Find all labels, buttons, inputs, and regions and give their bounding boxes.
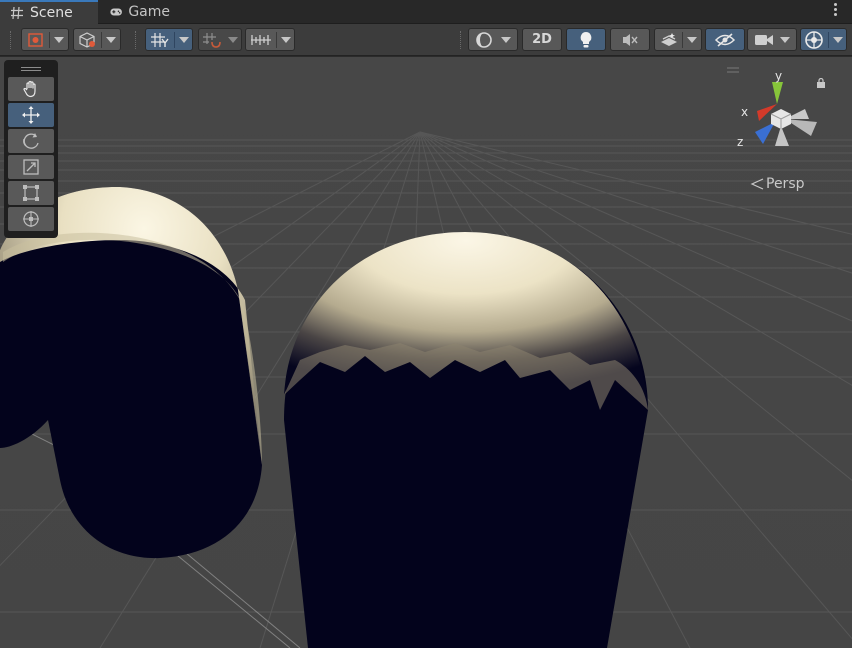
- mode-2d-button[interactable]: 2D: [522, 28, 562, 51]
- projection-toggle[interactable]: Persp: [750, 176, 805, 192]
- scene-toolbar: 2D: [0, 24, 852, 56]
- y-axis-cone[interactable]: [772, 82, 783, 104]
- gamepad-icon: [110, 8, 122, 16]
- gizmos-dropdown[interactable]: [800, 28, 847, 51]
- effects-dropdown[interactable]: [654, 28, 702, 51]
- toolbar-grip[interactable]: [460, 31, 462, 49]
- audio-mute-icon: [623, 33, 638, 46]
- scale-icon: [23, 159, 39, 175]
- lighting-toggle[interactable]: [566, 28, 606, 51]
- rect-tool[interactable]: [8, 181, 54, 205]
- orientation-gizmo[interactable]: y x z: [725, 64, 847, 194]
- chevron-down-icon: [833, 36, 843, 43]
- tab-game-label: Game: [128, 4, 170, 20]
- gizmos-icon: [805, 30, 823, 49]
- cube-icon: [78, 31, 95, 48]
- increment-snap-icon: [203, 32, 221, 48]
- lightbulb-icon: [580, 31, 592, 47]
- y-axis-label: y: [775, 69, 782, 83]
- x-axis-label: x: [741, 105, 748, 119]
- chevron-down-icon: [228, 36, 238, 43]
- effects-icon: [660, 32, 677, 46]
- transform-tool[interactable]: [8, 207, 54, 231]
- camera-icon: [755, 34, 773, 45]
- ruler-icon: [250, 34, 271, 45]
- tab-bar: Scene Game: [0, 0, 852, 24]
- chevron-down-icon: [686, 36, 697, 43]
- hash-icon: [11, 6, 23, 20]
- shading-icon: [476, 31, 492, 48]
- grid-snap-toggle[interactable]: [145, 28, 193, 51]
- chevron-down-icon: [178, 36, 189, 43]
- chevron-down-icon: [105, 36, 116, 43]
- grid-snap-icon: [150, 32, 169, 47]
- hand-tool[interactable]: [8, 77, 54, 101]
- tools-overlay-grip[interactable]: [8, 63, 54, 75]
- lock-icon[interactable]: [816, 78, 826, 88]
- z-axis-cone[interactable]: [755, 122, 775, 144]
- eye-slash-icon: [714, 32, 736, 47]
- scene-viewport[interactable]: [0, 57, 852, 648]
- tab-scene-label: Scene: [30, 5, 73, 21]
- draw-mode-dropdown[interactable]: [21, 28, 69, 51]
- tab-scene[interactable]: Scene: [0, 0, 98, 24]
- render-mode-dropdown[interactable]: [73, 28, 121, 51]
- increment-snap-dropdown[interactable]: [198, 28, 242, 51]
- toolbar-grip[interactable]: [135, 31, 137, 49]
- chevron-down-icon: [501, 36, 511, 43]
- hidden-objects-toggle[interactable]: [705, 28, 745, 51]
- audio-toggle[interactable]: [610, 28, 650, 51]
- chevron-down-icon: [280, 36, 291, 43]
- rect-transform-icon: [23, 185, 39, 201]
- scale-tool[interactable]: [8, 155, 54, 179]
- mode-2d-label: 2D: [532, 32, 552, 47]
- kebab-menu-icon[interactable]: [834, 3, 838, 19]
- tools-overlay: [4, 60, 58, 238]
- axis-gizmo-graphic: y x z: [725, 67, 817, 149]
- toolbar-grip[interactable]: [10, 31, 12, 49]
- move-arrows-icon: [22, 106, 40, 124]
- rotate-icon: [23, 133, 39, 149]
- draw-mode-icon: [27, 32, 43, 47]
- chevron-down-icon: [53, 36, 64, 43]
- move-tool[interactable]: [8, 103, 54, 127]
- capsule-right[interactable]: [284, 232, 648, 648]
- camera-dropdown[interactable]: [747, 28, 797, 51]
- transform-icon: [23, 211, 39, 227]
- chevron-down-icon: [780, 36, 790, 43]
- projection-label: Persp: [766, 176, 805, 192]
- shading-mode-dropdown[interactable]: [468, 28, 518, 51]
- scene-canvas[interactable]: [0, 57, 852, 648]
- hand-icon: [23, 80, 36, 98]
- z-axis-label: z: [737, 135, 743, 149]
- ruler-dropdown[interactable]: [245, 28, 295, 51]
- tab-game[interactable]: Game: [100, 0, 180, 24]
- rotate-tool[interactable]: [8, 129, 54, 153]
- perspective-icon: [750, 178, 764, 190]
